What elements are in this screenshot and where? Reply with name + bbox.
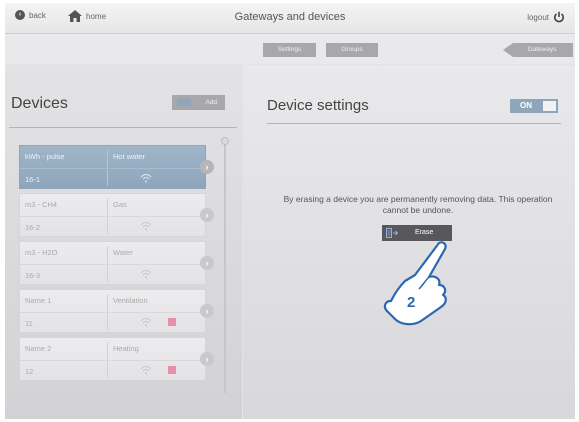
device-card[interactable]: Name 1 Ventilation 11 ›	[19, 289, 214, 333]
wifi-signal-icon	[140, 318, 152, 327]
gateways-button[interactable]: Gateways	[503, 43, 573, 57]
device-name: Hot water	[113, 152, 146, 161]
chevron-right-icon[interactable]: ›	[200, 256, 214, 270]
toggle-knob	[543, 101, 556, 111]
device-unit: m3 - H2O	[25, 248, 58, 257]
power-icon	[554, 11, 564, 23]
scrollbar-track[interactable]	[224, 141, 226, 393]
device-name: Ventilation	[113, 296, 148, 305]
callout-number: 2	[407, 294, 415, 311]
app-frame: ‹ back home Gateways and devices logout …	[5, 3, 575, 419]
device-settings-panel: Device settings ON By erasing a device y…	[243, 65, 575, 419]
pointing-hand-icon: 2	[383, 241, 447, 326]
device-name: Water	[113, 248, 133, 257]
card-divider	[20, 216, 205, 217]
device-card[interactable]: m3 - H2O Water 16-3 ›	[19, 241, 214, 285]
card-divider	[20, 264, 205, 265]
chevron-right-icon[interactable]: ›	[200, 304, 214, 318]
sub-toolbar: Settings Groups Gateways	[5, 34, 575, 64]
device-card[interactable]: m3 - CH4 Gas 16-2 ›	[19, 193, 214, 237]
device-unit: Name 2	[25, 344, 52, 353]
device-id: 12	[25, 367, 34, 376]
settings-button[interactable]: Settings	[263, 43, 316, 57]
top-bar: ‹ back home Gateways and devices logout	[5, 3, 575, 34]
warning-badge	[168, 366, 176, 374]
wifi-signal-icon	[140, 366, 152, 375]
device-card[interactable]: kWh - pulse Hot water 16-1 ›	[19, 145, 214, 189]
wifi-signal-icon	[140, 270, 152, 279]
groups-button[interactable]: Groups	[326, 43, 378, 57]
device-name: Gas	[113, 200, 127, 209]
device-id: 11	[25, 319, 33, 328]
device-id: 16-1	[25, 175, 41, 184]
add-icon	[177, 99, 191, 106]
logout-label: logout	[527, 12, 549, 22]
devices-panel: Devices Add kWh - pulse Hot water 16-1 › m3 …	[5, 65, 242, 419]
device-unit: kWh - pulse	[25, 152, 65, 161]
device-unit: m3 - CH4	[25, 200, 58, 209]
chevron-right-icon[interactable]: ›	[200, 352, 214, 366]
scrollbar-handle[interactable]	[221, 137, 229, 145]
divider	[9, 127, 237, 128]
on-off-toggle[interactable]: ON	[510, 99, 558, 113]
card-divider	[20, 168, 205, 169]
device-unit: Name 1	[25, 296, 52, 305]
device-card[interactable]: Name 2 Heating 12 ›	[19, 337, 214, 381]
card-divider	[20, 360, 205, 361]
device-id: 16-3	[25, 271, 41, 280]
add-device-button[interactable]: Add	[172, 95, 225, 110]
logout-button[interactable]: logout	[527, 11, 565, 23]
wifi-signal-icon	[140, 222, 152, 231]
device-name: Heating	[113, 344, 139, 353]
device-settings-title: Device settings	[267, 97, 369, 114]
add-label: Add	[205, 99, 217, 106]
devices-title: Devices	[11, 95, 68, 112]
divider	[267, 123, 561, 124]
toggle-label: ON	[520, 101, 532, 110]
chevron-right-icon[interactable]: ›	[200, 160, 214, 174]
wifi-signal-icon	[140, 174, 152, 183]
page-title: Gateways and devices	[234, 11, 346, 23]
device-id: 16-2	[25, 223, 41, 232]
chevron-right-icon[interactable]: ›	[200, 208, 214, 222]
card-divider	[20, 312, 205, 313]
erase-warning-message: By erasing a device you are permanently …	[283, 194, 553, 215]
warning-badge	[168, 318, 176, 326]
